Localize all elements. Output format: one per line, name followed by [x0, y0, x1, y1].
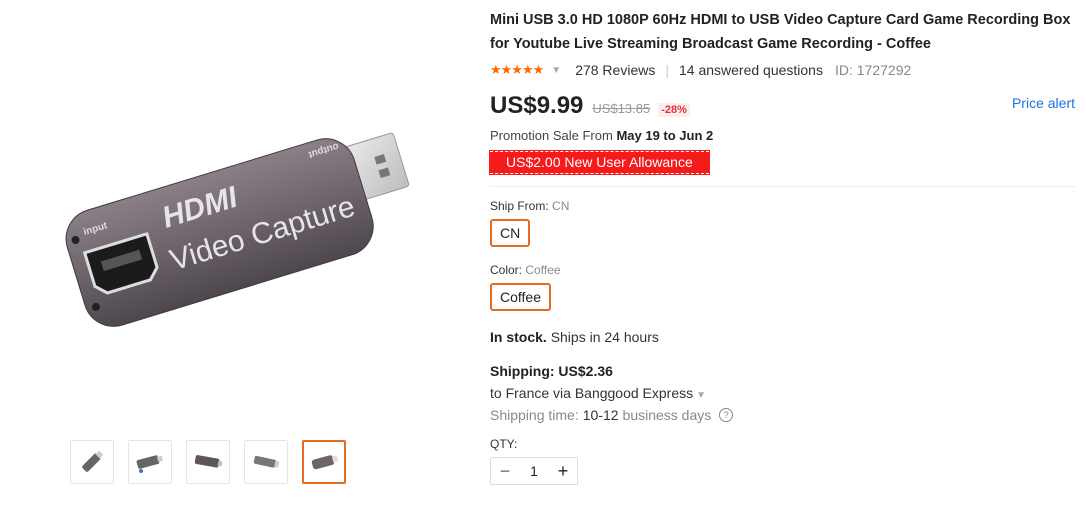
product-title: Mini USB 3.0 HD 1080P 60Hz HDMI to USB V… — [490, 8, 1075, 56]
thumbnail-strip — [70, 440, 346, 484]
product-gallery: input HDMI Video Capture output — [0, 0, 480, 532]
reviews-link[interactable]: 278 Reviews — [575, 62, 655, 78]
thumb-device-icon — [311, 455, 339, 470]
promo-prefix: Promotion Sale From — [490, 128, 613, 143]
thumbnail-4[interactable] — [244, 440, 288, 484]
original-price: US$13.85 — [592, 101, 651, 116]
stock-status: In stock. Ships in 24 hours — [490, 329, 1075, 345]
divider: | — [665, 62, 669, 78]
shipping-title: Shipping: US$2.36 — [490, 363, 613, 379]
shipping-destination[interactable]: to France via Banggood Express ▼ — [490, 385, 1075, 401]
shipping-destination-text[interactable]: to France via Banggood Express — [490, 385, 693, 401]
discount-badge: -28% — [658, 103, 690, 117]
increase-quantity-button[interactable]: + — [549, 458, 577, 484]
questions-link[interactable]: 14 answered questions — [679, 62, 823, 78]
stock-status-label: In stock. — [490, 329, 547, 345]
color-option-coffee[interactable]: Coffee — [490, 283, 551, 311]
product-info: Mini USB 3.0 HD 1080P 60Hz HDMI to USB V… — [490, 8, 1075, 485]
star-rating-icon[interactable]: ★★★★★ — [490, 62, 544, 78]
decrease-quantity-button[interactable]: − — [491, 458, 519, 484]
thumb-device-icon — [253, 455, 280, 468]
ship-from-label: Ship From: CN — [490, 199, 1075, 213]
product-title-line1: Mini USB 3.0 HD 1080P 60Hz HDMI to USB V… — [490, 12, 1071, 28]
thumbnail-2[interactable] — [128, 440, 172, 484]
chevron-down-icon[interactable]: ▼ — [551, 65, 561, 76]
price-row: US$9.99 US$13.85 -28% Price alert — [490, 92, 1075, 122]
thumbnail-5[interactable] — [302, 440, 346, 484]
shipping-time-label: Shipping time: — [490, 407, 579, 423]
shipping-time-value: 10-12 — [582, 407, 619, 423]
promo-dates: May 19 to Jun 2 — [616, 128, 714, 143]
thumbnail-3[interactable] — [186, 440, 230, 484]
main-product-image[interactable]: input HDMI Video Capture output — [50, 110, 440, 350]
thumb-device-icon — [82, 450, 104, 472]
help-icon[interactable]: ? — [719, 408, 734, 422]
ship-from-label-text: Ship From: — [490, 199, 549, 213]
qty-label: QTY: — [490, 437, 518, 451]
shipping-time: Shipping time: 10-12 business days ? — [490, 407, 1075, 423]
ship-from-option-cn[interactable]: CN — [490, 219, 531, 247]
chevron-down-icon[interactable]: ▼ — [696, 390, 706, 401]
color-selected: Coffee — [525, 263, 561, 277]
current-price: US$9.99 — [490, 92, 584, 119]
price-alert-link[interactable]: Price alert — [1012, 95, 1075, 111]
promotion-text: Promotion Sale From May 19 to Jun 2 — [490, 128, 1075, 143]
section-divider — [490, 186, 1075, 187]
color-label-text: Color: — [490, 263, 523, 277]
product-title-line2: for Youtube Live Streaming Broadcast Gam… — [490, 36, 931, 52]
product-id: ID: 1727292 — [834, 62, 912, 78]
new-user-allowance-badge[interactable]: US$2.00 New User Allowance — [490, 151, 709, 174]
color-label: Color: Coffee — [490, 263, 1075, 277]
quantity-value[interactable]: 1 — [519, 463, 549, 479]
quantity-stepper: − 1 + — [490, 457, 578, 485]
thumb-device-icon — [136, 455, 164, 473]
product-meta: ★★★★★ ▼ 278 Reviews | 14 answered questi… — [490, 60, 1075, 80]
thumb-device-icon — [194, 455, 223, 468]
thumbnail-1[interactable] — [70, 440, 114, 484]
stock-detail: Ships in 24 hours — [550, 329, 659, 345]
ship-from-selected: CN — [552, 199, 570, 213]
shipping-time-unit: business days — [622, 407, 712, 423]
